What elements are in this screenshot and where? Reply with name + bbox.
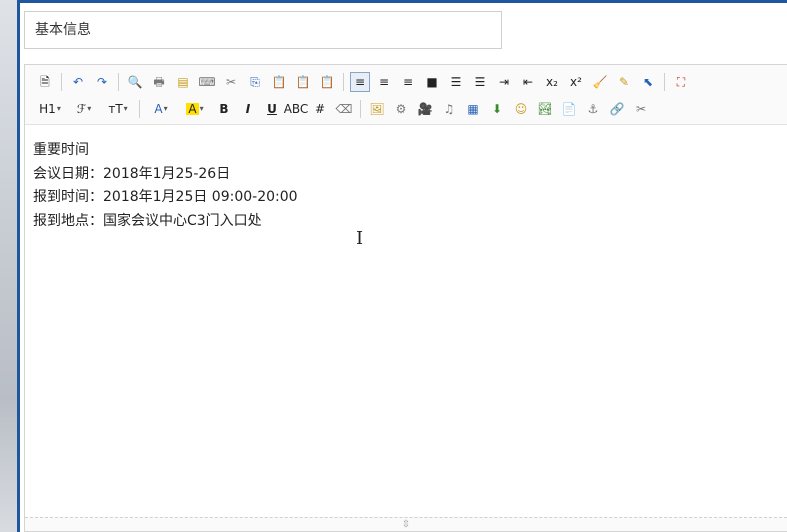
toolbar-row-2: H1 ▾ ℱ ▾ тT ▾ A ▾ A ▾ B I U ABC # ⌫ 🖼 ⚙ 🎥 ♫ ▦ ⬇ ☺ 🏞 📄 ⚓ 🔗 ✂: [35, 98, 655, 120]
eraser-icon[interactable]: ⌫: [334, 99, 354, 119]
align-left-icon[interactable]: ≡: [350, 72, 370, 92]
font-color-icon[interactable]: A ▾: [146, 99, 176, 119]
align-right-icon[interactable]: ≡: [398, 72, 418, 92]
rich-text-editor[interactable]: 🗎 ↶ ↷ 🔍 🖶 ▤ ⌨ ✂ ⎘ 📋 📋 📋 ≡ ≡ ≡ ■ ☰ ☰ ⇥ ⇤ x₂ x² 🧹 ✎ ⬉ ⛶ H1 ▾ ℱ ▾ тT ▾ A ▾ A…: [24, 64, 787, 532]
superscript-icon[interactable]: x²: [566, 72, 586, 92]
fullscreen-icon[interactable]: ⛶: [671, 72, 691, 92]
select-all-icon[interactable]: ⬉: [638, 72, 658, 92]
format-painter-icon[interactable]: ✎: [614, 72, 634, 92]
insert-table-icon[interactable]: ▦: [463, 99, 483, 119]
underline-icon[interactable]: U: [262, 99, 282, 119]
preview-icon[interactable]: 🔍: [125, 72, 145, 92]
print-icon[interactable]: 🖶: [149, 72, 169, 92]
emoticon-icon[interactable]: ☺: [511, 99, 531, 119]
unordered-list-icon[interactable]: ☰: [470, 72, 490, 92]
align-center-icon[interactable]: ≡: [374, 72, 394, 92]
template-icon[interactable]: ▤: [173, 72, 193, 92]
link-icon[interactable]: 🔗: [607, 99, 627, 119]
clear-format-icon[interactable]: 🧹: [590, 72, 610, 92]
copy-icon[interactable]: ⎘: [245, 72, 265, 92]
toolbar-separator: [664, 73, 665, 91]
toolbar-separator: [360, 100, 361, 118]
paste-word-icon[interactable]: 📋: [317, 72, 337, 92]
anchor-icon[interactable]: ⚓: [583, 99, 603, 119]
text-cursor-icon: I: [356, 228, 364, 249]
editor-content[interactable]: 重要时间 会议日期：2018年1月25-26日 报到时间：2018年1月25日 …: [33, 139, 733, 233]
toolbar-separator: [61, 73, 62, 91]
insert-image-icon[interactable]: 🖼: [367, 99, 387, 119]
toolbar-separator: [343, 73, 344, 91]
resize-grip-icon[interactable]: ⇳: [402, 519, 410, 530]
italic-icon[interactable]: I: [238, 99, 258, 119]
content-line: 报到时间：2018年1月25日 09:00-20:00: [33, 189, 298, 205]
indent-icon[interactable]: ⇥: [494, 72, 514, 92]
page-break-icon[interactable]: 📄: [559, 99, 579, 119]
insert-video-icon[interactable]: 🎥: [415, 99, 435, 119]
strikethrough-icon[interactable]: ABC: [284, 99, 309, 119]
undo-icon[interactable]: ↶: [68, 72, 88, 92]
title-field[interactable]: 基本信息: [24, 11, 502, 49]
insert-flash-icon[interactable]: ⚙: [391, 99, 411, 119]
paste-text-icon[interactable]: 📋: [293, 72, 313, 92]
toolbar-row-1: 🗎 ↶ ↷ 🔍 🖶 ▤ ⌨ ✂ ⎘ 📋 📋 📋 ≡ ≡ ≡ ■ ☰ ☰ ⇥ ⇤ x₂ x² 🧹 ✎ ⬉ ⛶: [35, 71, 695, 93]
content-line: 报到地点：国家会议中心C3门入口处: [33, 212, 262, 229]
insert-audio-icon[interactable]: ♫: [439, 99, 459, 119]
heading-icon[interactable]: H1 ▾: [35, 99, 65, 119]
align-justify-icon[interactable]: ■: [422, 72, 442, 92]
subscript-icon[interactable]: x₂: [542, 72, 562, 92]
cut-icon[interactable]: ✂: [221, 72, 241, 92]
content-line: 会议日期：2018年1月25-26日: [33, 165, 231, 182]
font-family-icon[interactable]: ℱ ▾: [69, 99, 99, 119]
source-icon[interactable]: 🗎: [35, 72, 55, 92]
editor-toolbar: 🗎 ↶ ↷ 🔍 🖶 ▤ ⌨ ✂ ⎘ 📋 📋 📋 ≡ ≡ ≡ ■ ☰ ☰ ⇥ ⇤ x₂ x² 🧹 ✎ ⬉ ⛶ H1 ▾ ℱ ▾ тT ▾ A ▾ A…: [25, 65, 787, 125]
editor-resize-bar[interactable]: ⇳: [25, 517, 787, 531]
ordered-list-icon[interactable]: ☰: [446, 72, 466, 92]
insert-picture-icon[interactable]: 🏞: [535, 99, 555, 119]
insert-line-icon[interactable]: ⬇: [487, 99, 507, 119]
content-line: 重要时间: [33, 142, 89, 158]
paste-icon[interactable]: 📋: [269, 72, 289, 92]
code-icon[interactable]: ⌨: [197, 72, 217, 92]
unlink-icon[interactable]: ✂: [631, 99, 651, 119]
bold-icon[interactable]: B: [214, 99, 234, 119]
table-grid-icon[interactable]: #: [310, 99, 330, 119]
highlight-color-icon[interactable]: A ▾: [180, 99, 210, 119]
font-size-icon[interactable]: тT ▾: [103, 99, 133, 119]
toolbar-separator: [139, 100, 140, 118]
redo-icon[interactable]: ↷: [92, 72, 112, 92]
toolbar-separator: [118, 73, 119, 91]
outdent-icon[interactable]: ⇤: [518, 72, 538, 92]
background-area: [0, 0, 17, 532]
